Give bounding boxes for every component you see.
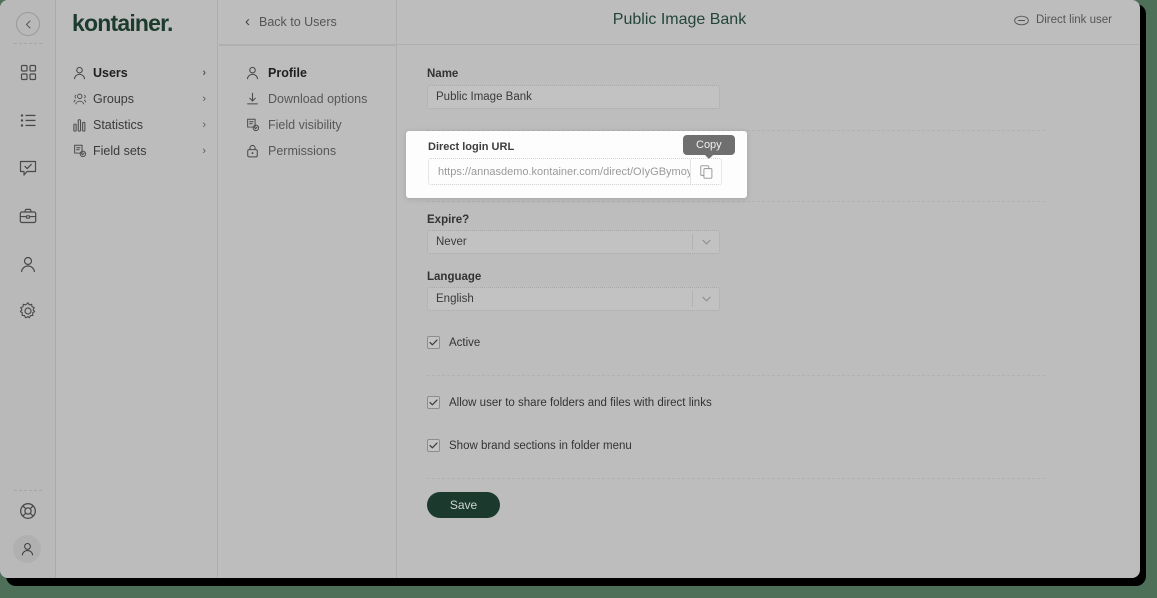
tab-download-options[interactable]: Download options xyxy=(219,86,397,111)
expire-value: Never xyxy=(436,236,692,248)
active-checkbox-row[interactable]: Active xyxy=(427,336,480,349)
brand-logo: kontainer. xyxy=(72,10,173,37)
expire-label: Expire? xyxy=(427,214,469,226)
page-title: Public Image Bank xyxy=(219,11,1140,29)
list-icon xyxy=(20,113,37,128)
primary-nav-panel: kontainer. Users › xyxy=(57,0,218,578)
tab-label: Field visibility xyxy=(268,118,342,132)
checkbox-label: Show brand sections in folder menu xyxy=(449,440,632,452)
link-icon xyxy=(1014,15,1029,26)
rail-item-lists[interactable] xyxy=(14,106,42,134)
copy-icon xyxy=(700,165,713,179)
chevron-down-icon xyxy=(693,296,719,302)
divider xyxy=(427,201,1045,202)
language-label: Language xyxy=(427,271,481,283)
expire-select[interactable]: Never xyxy=(427,230,720,254)
user-icon xyxy=(246,66,268,80)
lock-icon xyxy=(246,144,268,158)
bar-chart-icon xyxy=(73,118,93,132)
direct-link-user-label: Direct link user xyxy=(1036,14,1112,26)
rail-item-settings[interactable] xyxy=(14,297,42,325)
sidebar-item-label: Statistics xyxy=(93,118,202,132)
rail-item-approvals[interactable] xyxy=(14,154,42,182)
rail-item-brand[interactable] xyxy=(14,202,42,230)
users-group-icon xyxy=(73,92,93,106)
avatar-icon xyxy=(20,542,35,557)
app-root: kontainer. Users › xyxy=(0,0,1140,578)
secondary-nav-list: Profile Download options xyxy=(219,60,397,164)
modal-title: Direct login URL xyxy=(428,141,514,153)
chevron-left-icon xyxy=(24,20,33,29)
rail-divider-bottom xyxy=(14,490,42,491)
rail-item-users[interactable] xyxy=(14,250,42,278)
tab-label: Profile xyxy=(268,66,307,80)
check-icon[interactable] xyxy=(427,336,440,349)
sidebar-item-statistics[interactable]: Statistics › xyxy=(57,112,218,137)
icon-rail xyxy=(0,0,56,578)
name-label: Name xyxy=(427,68,458,80)
user-icon xyxy=(20,256,36,273)
rail-divider xyxy=(14,43,42,44)
chevron-right-icon: › xyxy=(202,145,206,157)
user-icon xyxy=(73,66,93,80)
divider xyxy=(427,375,1045,376)
sidebar-item-label: Field sets xyxy=(93,144,202,158)
desktop-background: kontainer. Users › xyxy=(0,0,1157,598)
allow-share-checkbox-row[interactable]: Allow user to share folders and files wi… xyxy=(427,396,712,409)
direct-login-url-input[interactable]: https://annasdemo.kontainer.com/direct/O… xyxy=(428,158,722,185)
checkbox-label: Allow user to share folders and files wi… xyxy=(449,397,712,409)
direct-login-url-value: https://annasdemo.kontainer.com/direct/O… xyxy=(429,166,690,178)
language-value: English xyxy=(436,293,692,305)
name-value: Public Image Bank xyxy=(436,91,532,103)
lifebuoy-icon xyxy=(19,502,37,520)
copy-url-button[interactable] xyxy=(690,159,721,184)
check-icon[interactable] xyxy=(427,396,440,409)
sidebar-item-label: Groups xyxy=(93,92,202,106)
collapse-sidebar-button[interactable] xyxy=(16,12,40,36)
avatar[interactable] xyxy=(13,535,41,563)
tab-profile[interactable]: Profile xyxy=(219,60,397,85)
copy-tooltip: Copy xyxy=(683,135,735,155)
chevron-right-icon: › xyxy=(202,67,206,79)
sidebar-item-field-sets[interactable]: Field sets › xyxy=(57,138,218,163)
gear-icon xyxy=(19,302,37,320)
direct-link-user-badge[interactable]: Direct link user xyxy=(1014,14,1112,26)
app-window: kontainer. Users › xyxy=(0,0,1140,578)
chevron-right-icon: › xyxy=(202,119,206,131)
rail-item-help[interactable] xyxy=(14,497,42,525)
checkbox-label: Active xyxy=(449,337,480,349)
page-header: ‹ Back to Users Public Image Bank Direct… xyxy=(219,0,1140,45)
check-icon[interactable] xyxy=(427,439,440,452)
chevron-right-icon: › xyxy=(202,93,206,105)
profile-form: Name Public Image Bank Generate direct l… xyxy=(398,46,1140,578)
chevron-down-icon xyxy=(693,239,719,245)
direct-login-url-modal: Direct login URL Copy https://annasdemo.… xyxy=(406,131,747,198)
language-select[interactable]: English xyxy=(427,287,720,311)
tab-field-visibility[interactable]: Field visibility xyxy=(219,112,397,137)
download-icon xyxy=(246,92,268,106)
tab-permissions[interactable]: Permissions xyxy=(219,138,397,163)
tab-label: Permissions xyxy=(268,144,336,158)
divider xyxy=(427,478,1045,479)
sidebar-item-label: Users xyxy=(93,66,202,80)
name-field[interactable]: Public Image Bank xyxy=(427,85,720,109)
comment-check-icon xyxy=(19,160,37,177)
field-visibility-icon xyxy=(246,118,268,132)
primary-nav-list: Users › Groups › xyxy=(57,60,218,164)
secondary-nav-panel: Profile Download options xyxy=(219,0,397,578)
grid-icon xyxy=(20,64,37,81)
show-brand-sections-checkbox-row[interactable]: Show brand sections in folder menu xyxy=(427,439,632,452)
sidebar-item-groups[interactable]: Groups › xyxy=(57,86,218,111)
save-button[interactable]: Save xyxy=(427,492,500,518)
field-sets-icon xyxy=(73,144,93,158)
briefcase-icon xyxy=(19,208,37,224)
rail-item-dashboard[interactable] xyxy=(14,58,42,86)
nav-divider xyxy=(219,45,397,46)
sidebar-item-users[interactable]: Users › xyxy=(57,60,218,85)
tab-label: Download options xyxy=(268,92,367,106)
